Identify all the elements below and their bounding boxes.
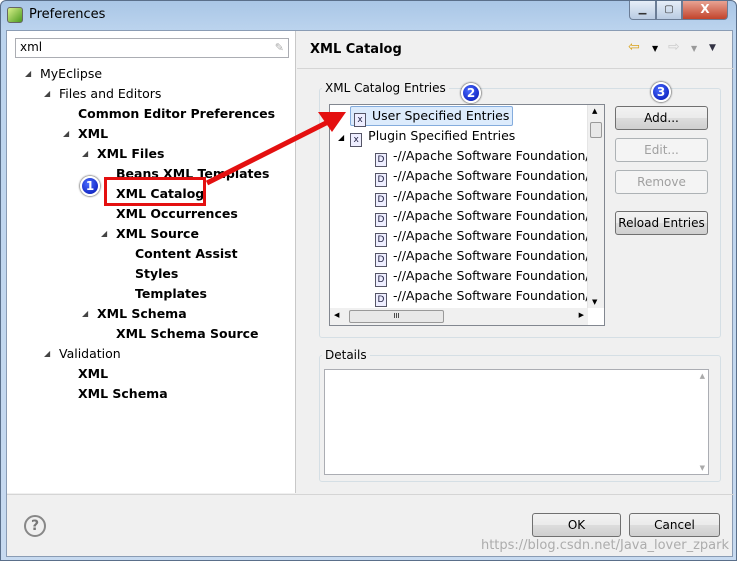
annotation-badge-1: 1 (80, 176, 100, 196)
watermark: https://blog.csdn.net/Java_lover_zpark (480, 538, 729, 553)
annotation-badge-2: 2 (461, 83, 481, 103)
annotation-arrow (205, 112, 346, 186)
annotation-badge-3: 3 (651, 82, 671, 102)
